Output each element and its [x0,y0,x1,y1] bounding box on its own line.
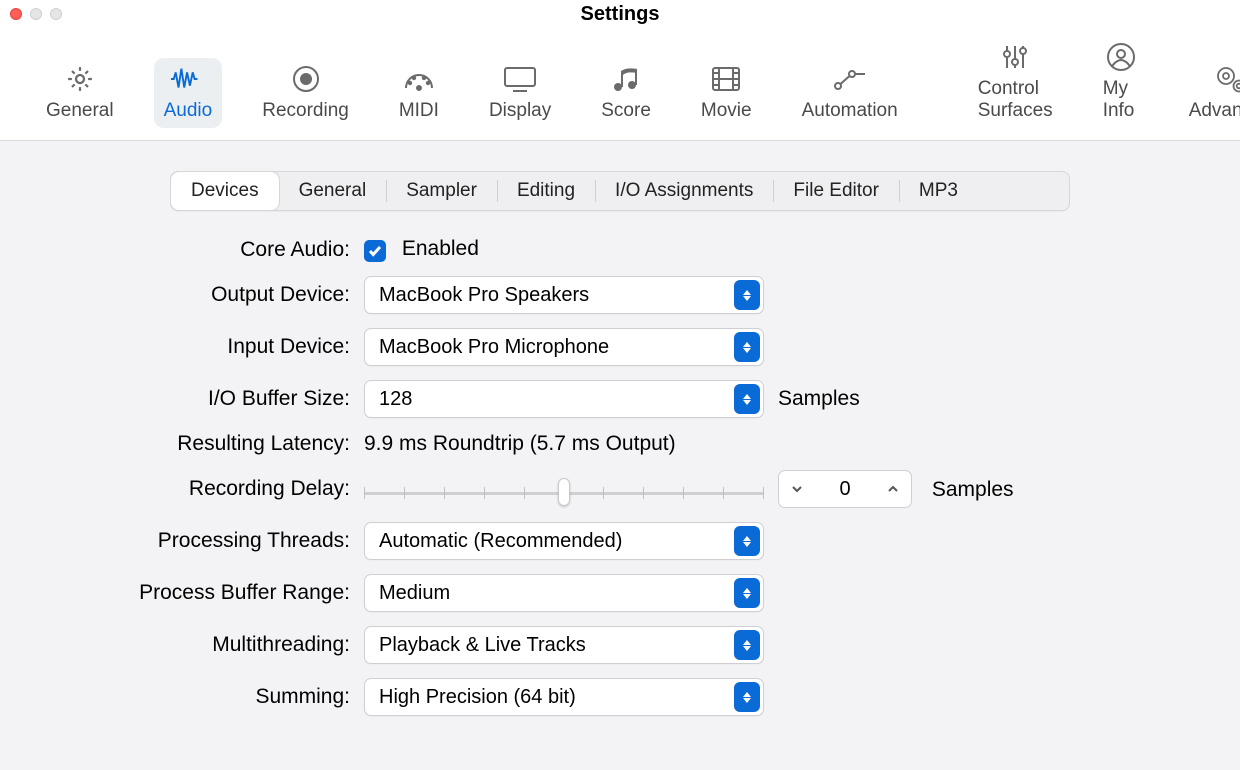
processing-threads-select[interactable]: Automatic (Recommended) [364,522,764,560]
input-device-label: Input Device: [60,335,350,359]
preferences-body: Devices General Sampler Editing I/O Assi… [0,141,1240,770]
record-icon [288,64,324,94]
multithreading-value: Playback & Live Tracks [379,634,586,657]
subtab-sampler[interactable]: Sampler [386,172,497,210]
display-icon [502,64,538,94]
tab-label: Audio [164,100,213,122]
processing-threads-value: Automatic (Recommended) [379,530,622,553]
tab-control-surfaces[interactable]: Control Surfaces [968,36,1063,128]
summing-value: High Precision (64 bit) [379,686,576,709]
titlebar: Settings [0,0,1240,28]
tab-my-info[interactable]: My Info [1093,36,1149,128]
gear-icon [62,64,98,94]
output-device-value: MacBook Pro Speakers [379,284,589,307]
tab-label: Score [601,100,651,122]
film-icon [708,64,744,94]
recording-delay-label: Recording Delay: [60,477,350,501]
core-audio-label: Core Audio: [60,238,350,262]
io-buffer-suffix: Samples [778,387,1038,411]
recording-delay-slider[interactable] [364,482,764,504]
music-notes-icon [608,64,644,94]
multithreading-select[interactable]: Playback & Live Tracks [364,626,764,664]
tab-advanced[interactable]: Advanced [1179,58,1240,128]
subtab-devices[interactable]: Devices [171,172,279,210]
output-device-label: Output Device: [60,283,350,307]
tab-label: MIDI [399,100,439,122]
input-device-value: MacBook Pro Microphone [379,336,609,359]
stepper-increment[interactable] [875,471,911,507]
stepper-knob-icon [734,332,760,362]
latency-label: Resulting Latency: [60,432,350,456]
devices-form: Core Audio: Enabled Output Device: MacBo… [20,237,1220,716]
audio-subtabs: Devices General Sampler Editing I/O Assi… [170,171,1070,211]
core-audio-checkbox[interactable] [364,240,386,262]
recording-delay-stepper: 0 [778,470,912,508]
subtab-general[interactable]: General [279,172,387,210]
stepper-knob-icon [734,630,760,660]
processing-threads-label: Processing Threads: [60,529,350,553]
recording-delay-value: 0 [815,478,875,501]
process-buffer-range-label: Process Buffer Range: [60,581,350,605]
subtab-io-assignments[interactable]: I/O Assignments [595,172,773,210]
stepper-knob-icon [734,280,760,310]
tab-label: General [46,100,114,122]
summing-label: Summing: [60,685,350,709]
output-device-select[interactable]: MacBook Pro Speakers [364,276,764,314]
input-device-select[interactable]: MacBook Pro Microphone [364,328,764,366]
stepper-knob-icon [734,682,760,712]
tab-midi[interactable]: MIDI [389,58,449,128]
waveform-icon [170,64,206,94]
tab-movie[interactable]: Movie [691,58,762,128]
latency-value: 9.9 ms Roundtrip (5.7 ms Output) [364,432,764,456]
process-buffer-range-select[interactable]: Medium [364,574,764,612]
stepper-knob-icon [734,384,760,414]
subtab-file-editor[interactable]: File Editor [773,172,899,210]
stepper-knob-icon [734,526,760,556]
stepper-decrement[interactable] [779,471,815,507]
preferences-toolbar: General Audio Recording MIDI [0,28,1240,141]
subtab-mp3[interactable]: MP3 [899,172,978,210]
summing-select[interactable]: High Precision (64 bit) [364,678,764,716]
tab-label: Automation [802,100,898,122]
gears-icon [1213,64,1240,94]
tab-label: Control Surfaces [978,78,1053,122]
tab-general[interactable]: General [36,58,124,128]
tab-label: My Info [1103,78,1139,122]
sliders-icon [997,42,1033,72]
tab-recording[interactable]: Recording [252,58,359,128]
subtab-editing[interactable]: Editing [497,172,595,210]
person-circle-icon [1103,42,1139,72]
io-buffer-value: 128 [379,388,412,411]
slider-thumb[interactable] [558,478,570,506]
recording-delay-suffix: Samples [932,478,1014,501]
tab-label: Advanced [1189,100,1240,122]
tab-label: Movie [701,100,752,122]
tab-score[interactable]: Score [591,58,661,128]
io-buffer-select[interactable]: 128 [364,380,764,418]
window-title: Settings [0,3,1240,26]
tab-label: Recording [262,100,349,122]
tab-automation[interactable]: Automation [792,58,908,128]
stepper-knob-icon [734,578,760,608]
multithreading-label: Multithreading: [60,633,350,657]
tab-audio[interactable]: Audio [154,58,223,128]
core-audio-enabled-text: Enabled [402,237,479,260]
process-buffer-range-value: Medium [379,582,450,605]
tab-label: Display [489,100,551,122]
io-buffer-label: I/O Buffer Size: [60,387,350,411]
tab-display[interactable]: Display [479,58,561,128]
automation-icon [832,64,868,94]
gauge-icon [401,64,437,94]
